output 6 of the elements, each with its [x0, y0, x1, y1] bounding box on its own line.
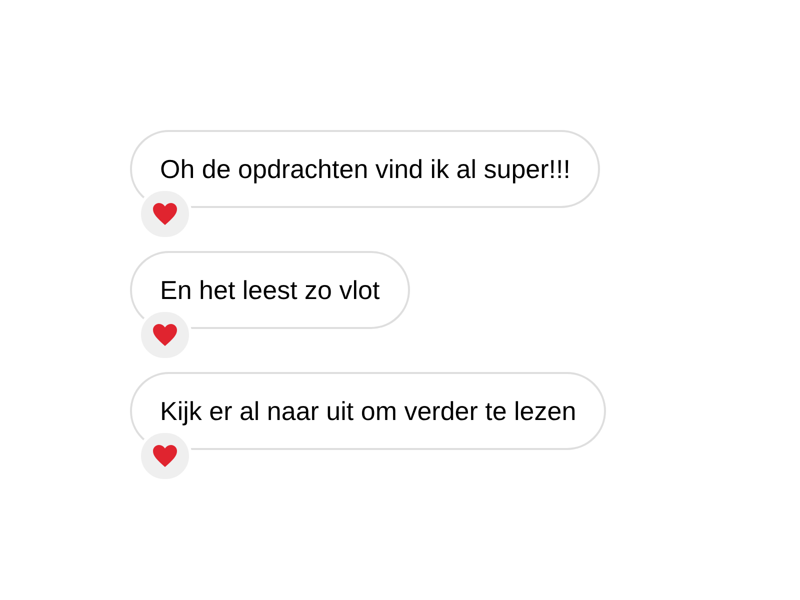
heart-icon — [152, 444, 178, 468]
heart-icon — [152, 323, 178, 347]
heart-icon — [152, 202, 178, 226]
message-bubble: En het leest zo vlot — [130, 251, 410, 329]
message-bubble: Kijk er al naar uit om verder te lezen — [130, 372, 606, 450]
message-bubble: Oh de opdrachten vind ik al super!!! — [130, 130, 600, 208]
